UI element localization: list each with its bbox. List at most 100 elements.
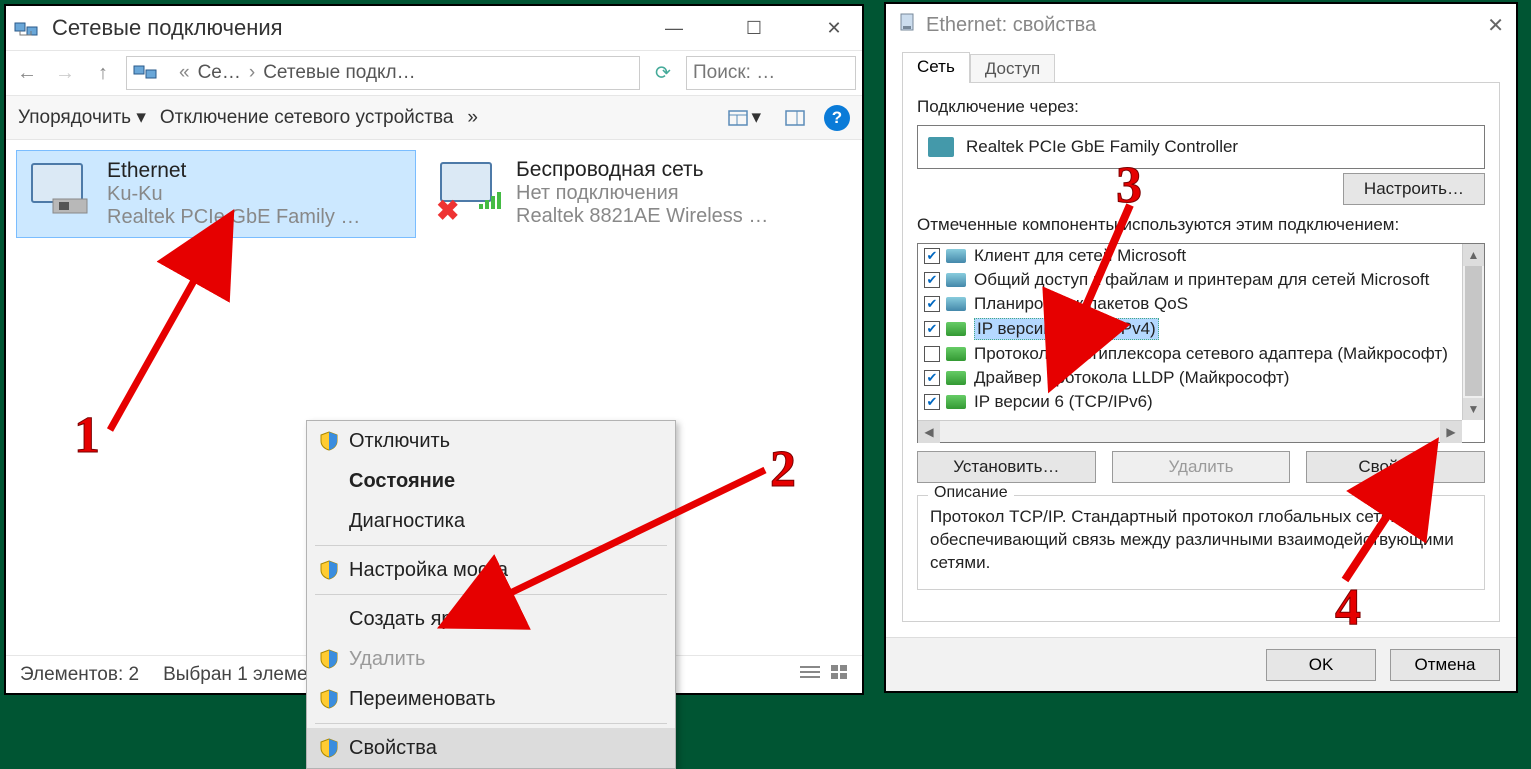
- horizontal-scrollbar[interactable]: ◀ ▶: [918, 420, 1462, 442]
- components-label: Отмеченные компоненты используются этим …: [917, 215, 1485, 235]
- close-button[interactable]: ✕: [814, 18, 854, 39]
- component-item[interactable]: ✔Планировщик пакетов QoS: [918, 292, 1462, 316]
- context-menu-item[interactable]: Переименовать: [307, 679, 675, 719]
- properties-button[interactable]: Свойства: [1306, 451, 1485, 483]
- context-menu-label: Настройка моста: [349, 559, 508, 582]
- vertical-scrollbar[interactable]: ▲ ▼: [1462, 244, 1484, 420]
- address-bar[interactable]: « Се… › Сетевые подкл…: [126, 56, 640, 90]
- scroll-up-button[interactable]: ▲: [1463, 244, 1484, 266]
- dialog-close-button[interactable]: ✕: [1487, 13, 1504, 38]
- details-view-icon[interactable]: [800, 664, 820, 686]
- component-item[interactable]: ✔Клиент для сетей Microsoft: [918, 244, 1462, 268]
- component-checkbox[interactable]: ✔: [924, 370, 940, 386]
- component-checkbox[interactable]: ✔: [924, 272, 940, 288]
- large-icons-view-icon[interactable]: [830, 664, 848, 686]
- context-menu-label: Диагностика: [349, 510, 465, 533]
- adapter-display: Realtek PCIe GbE Family Controller: [917, 125, 1485, 169]
- component-item[interactable]: ✔Драйвер протокола LLDP (Майкрософт): [918, 366, 1462, 390]
- context-menu-item[interactable]: Состояние: [307, 461, 675, 501]
- component-checkbox[interactable]: ✔: [924, 296, 940, 312]
- ethernet-properties-dialog: Ethernet: свойства ✕ Сеть Доступ Подключ…: [884, 2, 1518, 693]
- address-icon: [133, 64, 157, 82]
- ethernet-adapter-icon: [25, 159, 95, 219]
- adapter-item-wifi[interactable]: ✖ Беспроводная сеть Нет подключения Real…: [426, 150, 826, 236]
- description-legend: Описание: [928, 484, 1014, 502]
- context-menu-item[interactable]: Создать ярлык: [307, 599, 675, 639]
- component-label: IP версии 4 (TCP/IPv4): [974, 318, 1159, 340]
- tab-strip: Сеть Доступ: [902, 52, 1500, 83]
- component-label: IP версии 6 (TCP/IPv6): [974, 392, 1153, 412]
- shield-icon: [319, 431, 339, 451]
- adapter-network: Ku-Ku: [107, 183, 360, 206]
- context-menu-label: Состояние: [349, 470, 455, 493]
- component-item[interactable]: Протокол мультиплексора сетевого адаптер…: [918, 342, 1462, 366]
- toolbar-overflow[interactable]: »: [467, 107, 478, 129]
- protocol-icon: [946, 297, 966, 311]
- refresh-button[interactable]: ⟳: [648, 62, 678, 85]
- context-menu-label: Отключить: [349, 430, 450, 453]
- forward-button[interactable]: →: [50, 58, 80, 88]
- component-label: Протокол мультиплексора сетевого адаптер…: [974, 344, 1448, 364]
- tab-panel-network: Подключение через: Realtek PCIe GbE Fami…: [902, 82, 1500, 622]
- component-checkbox[interactable]: ✔: [924, 248, 940, 264]
- component-item[interactable]: ✔ Общий доступ к файлам и принтерам для с…: [918, 268, 1462, 292]
- up-button[interactable]: ↑: [88, 58, 118, 88]
- back-button[interactable]: ←: [12, 58, 42, 88]
- search-input[interactable]: Поиск: …: [686, 56, 856, 90]
- scroll-right-button[interactable]: ▶: [1440, 421, 1462, 443]
- context-menu-label: Переименовать: [349, 688, 496, 711]
- component-checkbox[interactable]: [924, 346, 940, 362]
- disable-device-button[interactable]: Отключение сетевого устройства: [160, 107, 454, 129]
- context-menu-item[interactable]: Настройка моста: [307, 550, 675, 590]
- configure-button[interactable]: Настроить…: [1343, 173, 1485, 205]
- components-list: ✔Клиент для сетей Microsoft✔Общий доступ…: [917, 243, 1485, 443]
- preview-pane-button[interactable]: [780, 107, 810, 129]
- minimize-button[interactable]: —: [654, 18, 694, 39]
- breadcrumb-part-1[interactable]: Се…: [198, 62, 241, 84]
- protocol-icon: [946, 249, 966, 263]
- annotation-4: 4: [1335, 578, 1361, 637]
- network-connections-window: Сетевые подключения — ☐ ✕ ← → ↑ « Се… › …: [4, 4, 864, 695]
- wifi-adapter-icon: ✖: [434, 158, 504, 218]
- adapter-name: Ethernet: [107, 159, 360, 183]
- context-menu-label: Создать ярлык: [349, 608, 487, 631]
- scroll-down-button[interactable]: ▼: [1463, 398, 1484, 420]
- maximize-button[interactable]: ☐: [734, 18, 774, 39]
- context-menu-item[interactable]: Свойства: [307, 728, 675, 768]
- component-checkbox[interactable]: ✔: [924, 394, 940, 410]
- cancel-button[interactable]: Отмена: [1390, 649, 1500, 681]
- scroll-left-button[interactable]: ◀: [918, 421, 940, 443]
- toolbar: Упорядочить ▾ Отключение сетевого устрой…: [6, 96, 862, 140]
- breadcrumb-part-2[interactable]: Сетевые подкл…: [263, 62, 415, 84]
- chevron-right-icon: ›: [249, 62, 255, 84]
- description-text: Протокол TCP/IP. Стандартный протокол гл…: [930, 506, 1472, 575]
- scroll-thumb[interactable]: [1465, 266, 1482, 396]
- protocol-icon: [946, 322, 966, 336]
- shield-icon: [319, 689, 339, 709]
- annotation-2: 2: [770, 440, 796, 499]
- tab-network[interactable]: Сеть: [902, 52, 970, 83]
- protocol-icon: [946, 395, 966, 409]
- context-menu-item[interactable]: Отключить: [307, 421, 675, 461]
- component-label: Общий доступ к файлам и принтерам для се…: [974, 270, 1429, 290]
- remove-button: Удалить: [1112, 451, 1291, 483]
- component-checkbox[interactable]: ✔: [924, 321, 940, 337]
- context-menu-label: Удалить: [349, 648, 425, 671]
- context-menu-item: Удалить: [307, 639, 675, 679]
- adapter-name: Беспроводная сеть: [516, 158, 768, 182]
- context-menu-item[interactable]: Диагностика: [307, 501, 675, 541]
- tab-access[interactable]: Доступ: [970, 54, 1055, 83]
- organize-button[interactable]: Упорядочить ▾: [18, 106, 146, 129]
- protocol-icon: [946, 371, 966, 385]
- view-mode-button[interactable]: ▾: [723, 103, 766, 132]
- dialog-title: Ethernet: свойства: [926, 14, 1096, 37]
- connect-via-label: Подключение через:: [917, 97, 1485, 117]
- install-button[interactable]: Установить…: [917, 451, 1096, 483]
- adapter-item-ethernet[interactable]: Ethernet Ku-Ku Realtek PCIe GbE Family …: [16, 150, 416, 238]
- help-button[interactable]: ?: [824, 105, 850, 131]
- ok-button[interactable]: OK: [1266, 649, 1376, 681]
- component-item[interactable]: ✔ IP версии 4 (TCP/IPv4): [918, 316, 1462, 342]
- protocol-icon: [946, 273, 966, 287]
- component-item[interactable]: ✔ IP версии 6 (TCP/IPv6): [918, 390, 1462, 414]
- ethernet-icon: [898, 12, 916, 38]
